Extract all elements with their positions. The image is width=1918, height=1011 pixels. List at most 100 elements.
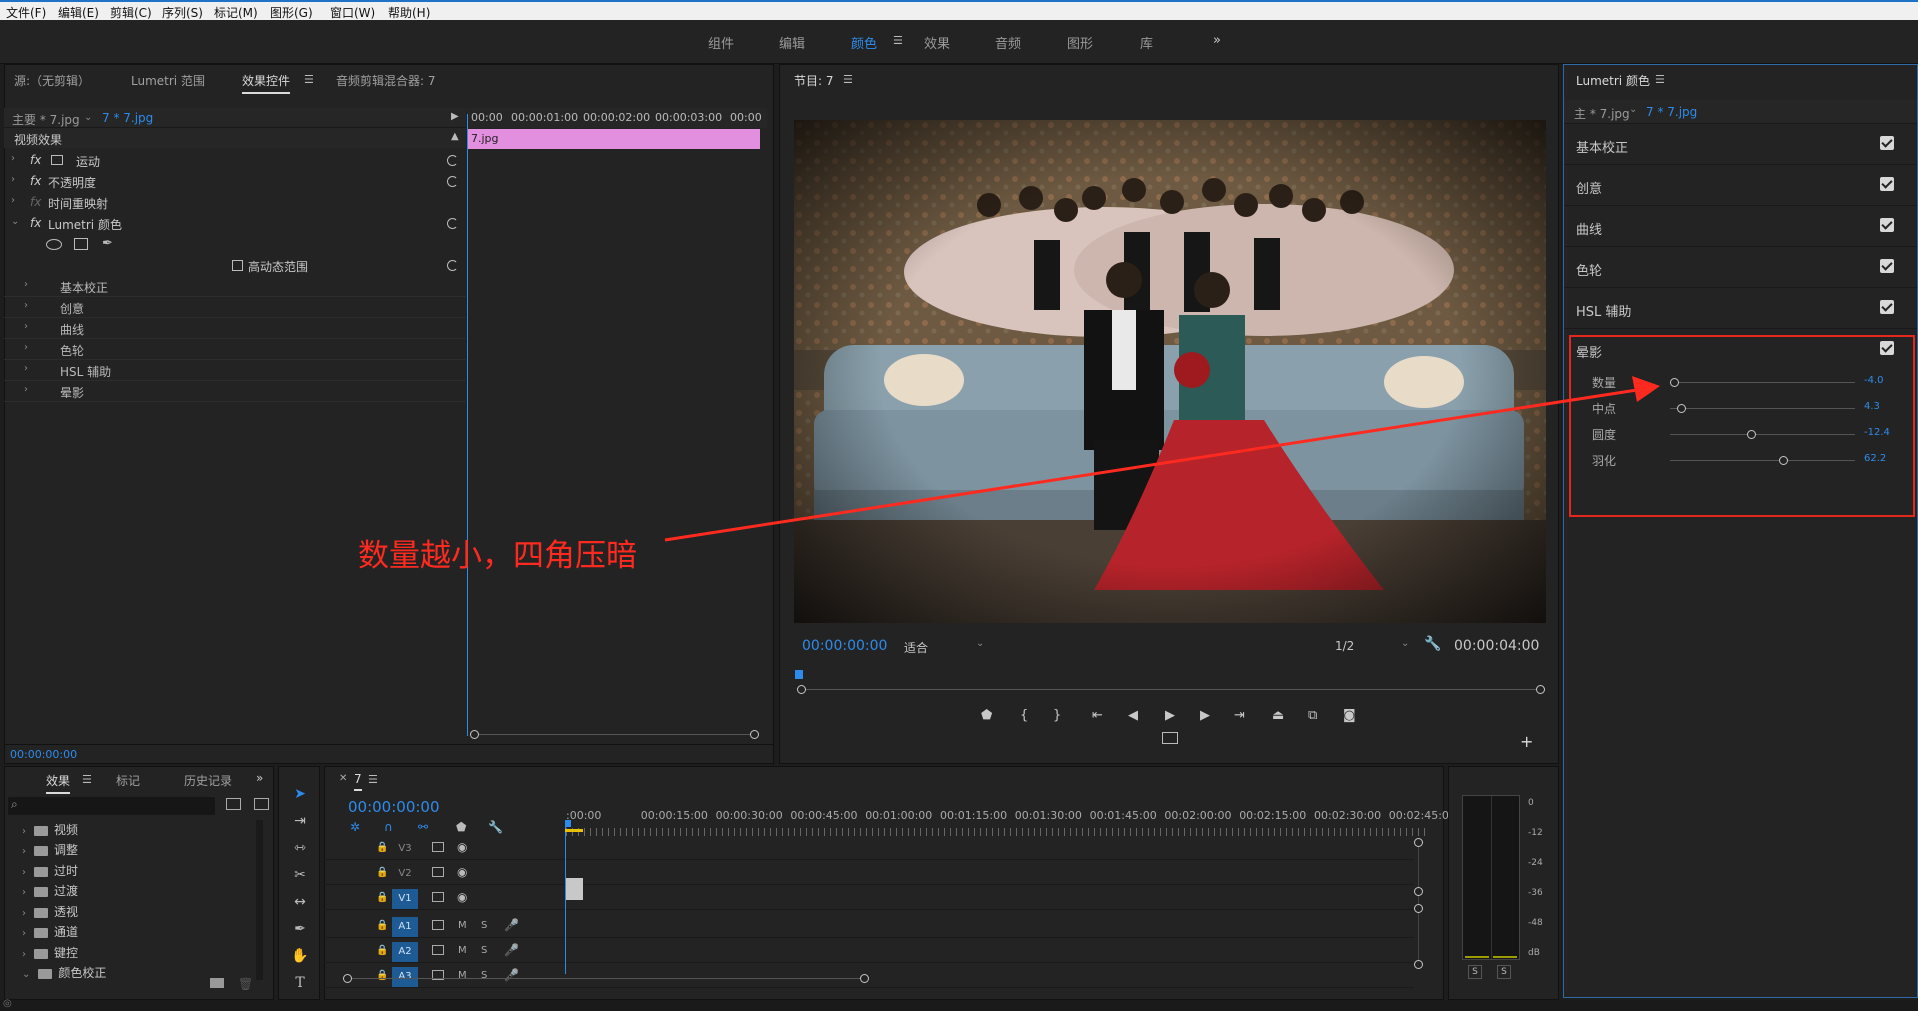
sync-lock-icon[interactable] xyxy=(432,867,444,877)
play-only-icon[interactable]: ▶ xyxy=(451,111,459,122)
workspace-editing[interactable]: 编辑 xyxy=(779,33,805,52)
folder-video[interactable]: › 视频 xyxy=(12,821,78,841)
menu-sequence[interactable]: 序列(S) xyxy=(162,4,203,21)
timeline-v-scrollbar[interactable] xyxy=(1418,840,1419,965)
scroll-handle[interactable] xyxy=(1414,838,1423,847)
chevron-down-icon[interactable]: ⌄ xyxy=(84,112,92,123)
go-to-out-icon[interactable]: ⇥ xyxy=(1234,708,1245,723)
reset-icon[interactable] xyxy=(447,260,458,271)
reset-icon[interactable] xyxy=(447,218,458,229)
workspace-overflow-icon[interactable]: » xyxy=(1213,33,1221,48)
accelerated-effects-icon[interactable] xyxy=(226,798,241,810)
mark-in-icon[interactable]: { xyxy=(1020,708,1028,723)
expand-icon[interactable]: › xyxy=(24,342,28,353)
ec-playhead[interactable] xyxy=(467,114,468,736)
expand-icon[interactable]: › xyxy=(24,384,28,395)
scrub-handle-right[interactable] xyxy=(1536,685,1545,694)
sync-lock-icon[interactable] xyxy=(432,892,444,902)
comparison-view-icon[interactable] xyxy=(1162,732,1178,744)
add-marker-icon[interactable]: ⬟ xyxy=(456,820,466,834)
workspace-effects[interactable]: 效果 xyxy=(924,33,950,52)
mute-button[interactable]: M xyxy=(458,970,467,981)
eye-icon[interactable]: ◉ xyxy=(457,865,467,879)
lock-icon[interactable]: 🔒 xyxy=(376,970,388,981)
solo-button[interactable]: S xyxy=(481,920,487,931)
expand-icon[interactable]: › xyxy=(24,300,28,311)
workspace-color[interactable]: 颜色 xyxy=(851,33,877,52)
clip-name[interactable]: 7 * 7.jpg xyxy=(102,111,153,125)
lumetri-section-hsl[interactable]: HSL 辅助 xyxy=(1564,288,1917,329)
track-target-a2[interactable]: A2 xyxy=(392,942,418,962)
scroll-handle[interactable] xyxy=(1414,887,1423,896)
expand-icon[interactable]: › xyxy=(11,195,15,206)
track-target-v1[interactable]: V1 xyxy=(392,889,418,909)
add-button-icon[interactable]: + xyxy=(1520,732,1533,751)
lock-icon[interactable]: 🔒 xyxy=(376,920,388,931)
add-marker-icon[interactable]: ⬟ xyxy=(981,708,992,723)
chevron-down-icon[interactable]: ⌄ xyxy=(1401,638,1409,649)
menu-marker[interactable]: 标记(M) xyxy=(214,4,258,21)
track-target-a1[interactable]: A1 xyxy=(392,917,418,937)
workspace-libraries[interactable]: 库 xyxy=(1140,33,1153,52)
pen-tool-icon[interactable]: ✒ xyxy=(291,920,309,938)
scrub-handle-left[interactable] xyxy=(797,685,806,694)
snap-icon[interactable]: ∩ xyxy=(384,820,393,834)
work-area-bar[interactable] xyxy=(565,829,583,832)
section-enable-checkbox[interactable] xyxy=(1880,136,1894,150)
folder-adjust[interactable]: › 调整 xyxy=(12,841,78,861)
section-enable-checkbox[interactable] xyxy=(1880,177,1894,191)
expand-icon[interactable]: › xyxy=(24,363,28,374)
hand-tool-icon[interactable]: ✋ xyxy=(291,947,309,965)
timeline-zoom-bar[interactable] xyxy=(350,978,862,979)
track-row-a3[interactable]: 🔒 A3 M S 🎤 xyxy=(324,966,1414,988)
wrench-icon[interactable]: 🔧 xyxy=(1424,636,1441,652)
pen-mask-icon[interactable]: ✒ xyxy=(102,236,113,251)
ec-timecode[interactable]: 00:00:00:00 xyxy=(10,748,77,761)
collapse-icon[interactable]: ⌄ xyxy=(11,216,19,227)
lumetri-section-basic[interactable]: 基本校正 xyxy=(1564,124,1917,165)
scroll-handle[interactable] xyxy=(1414,904,1423,913)
tab-effects[interactable]: 效果 xyxy=(46,772,71,794)
expand-icon[interactable]: › xyxy=(24,321,28,332)
go-to-in-icon[interactable]: ⇤ xyxy=(1092,708,1103,723)
play-icon[interactable]: ▶ xyxy=(1165,708,1175,723)
tab-source[interactable]: 源:（无剪辑） xyxy=(14,72,90,89)
transform-icon[interactable] xyxy=(51,155,63,165)
solo-left-button[interactable]: S xyxy=(1468,965,1482,979)
lumetri-section-color-wheels[interactable]: 色轮 xyxy=(1564,247,1917,288)
workspace-menu-icon[interactable]: ☰ xyxy=(893,34,903,47)
effect-row-opacity[interactable]: › fx 不透明度 xyxy=(4,171,466,192)
lumetri-section-curves[interactable]: 曲线 xyxy=(1564,206,1917,247)
microphone-icon[interactable]: 🎤 xyxy=(504,918,519,932)
track-row-a2[interactable]: 🔒 A2 M S 🎤 xyxy=(324,941,1414,963)
ec-clip-bar[interactable]: 7.jpg xyxy=(468,129,760,149)
track-row-v2[interactable]: 🔒 V2 ◉ xyxy=(324,863,1414,885)
nest-icon[interactable]: ✲ xyxy=(350,820,360,834)
reset-icon[interactable] xyxy=(447,176,458,187)
track-select-tool-icon[interactable]: ⇥ xyxy=(291,812,309,830)
effect-row-time-remap[interactable]: › fx 时间重映射 xyxy=(4,192,466,213)
menu-window[interactable]: 窗口(W) xyxy=(330,4,375,21)
lock-icon[interactable]: 🔒 xyxy=(376,842,388,853)
tab-effect-controls[interactable]: 效果控件 xyxy=(242,72,291,94)
solo-button[interactable]: S xyxy=(481,970,487,981)
step-back-icon[interactable]: ◀ xyxy=(1128,708,1138,723)
microphone-icon[interactable]: 🎤 xyxy=(504,968,519,982)
reset-icon[interactable] xyxy=(447,155,458,166)
tab-markers[interactable]: 标记 xyxy=(116,772,140,789)
effect-row-lumetri[interactable]: ⌄ fx Lumetri 颜色 xyxy=(4,213,466,234)
subsection-creative[interactable]: › 创意 xyxy=(4,297,466,318)
close-tab-icon[interactable]: ✕ xyxy=(339,773,347,784)
trash-icon[interactable]: 🗑 xyxy=(238,977,253,991)
menu-file[interactable]: 文件(F) xyxy=(6,4,46,21)
track-target-a3[interactable]: A3 xyxy=(392,967,418,987)
folder-perspective[interactable]: › 透视 xyxy=(12,903,78,923)
timeline-timecode[interactable]: 00:00:00:00 xyxy=(348,798,440,816)
section-enable-checkbox[interactable] xyxy=(1880,259,1894,273)
program-title[interactable]: 节目: 7 xyxy=(794,72,834,89)
panel-menu-icon[interactable]: ☰ xyxy=(82,773,92,786)
lift-icon[interactable]: ⏏ xyxy=(1272,708,1284,723)
folder-channel[interactable]: › 通道 xyxy=(12,923,78,943)
master-clip-label[interactable]: 主要 * 7.jpg xyxy=(12,111,80,128)
razor-tool-icon[interactable]: ✂ xyxy=(291,866,309,884)
